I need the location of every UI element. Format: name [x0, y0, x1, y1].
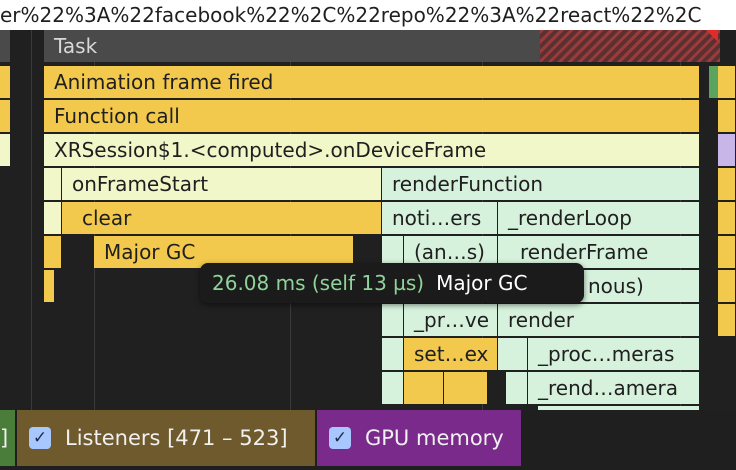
xrsession-block[interactable]: XRSession$1.<computed>.onDeviceFrame	[44, 134, 700, 166]
checkmark-icon: ✓	[332, 428, 348, 448]
listeners-toggle[interactable]: ✓ Listeners [471 – 523]	[17, 410, 315, 466]
listeners-label: Listeners [471 – 523]	[65, 426, 288, 450]
gpu-memory-label: GPU memory	[365, 426, 504, 450]
track-chip-partial[interactable]: ]	[0, 410, 15, 466]
event-block-left[interactable]	[0, 100, 11, 132]
render-function-label: renderFunction	[392, 172, 544, 196]
url-text: er%22%3A%22facebook%22%2C%22repo%22%3A%2…	[0, 3, 702, 27]
event-block-right[interactable]	[718, 270, 736, 302]
xrsession-label: XRSession$1.<computed>.onDeviceFrame	[54, 138, 487, 162]
event-block[interactable]	[44, 168, 62, 200]
render-loop-label: _renderLoop	[508, 206, 632, 230]
tooltip-duration: 26.08 ms (self 13 µs)	[212, 271, 425, 295]
event-block-right[interactable]	[718, 66, 736, 98]
flame-tooltip: 26.08 ms (self 13 µs) Major GC	[200, 263, 584, 303]
grid-line	[31, 30, 32, 410]
on-frame-start-label: onFrameStart	[72, 172, 209, 196]
gpu-memory-checkbox[interactable]: ✓	[329, 427, 351, 449]
animation-frame-label: Animation frame fired	[54, 70, 274, 94]
proc-meras-block[interactable]: _proc…meras	[528, 338, 700, 370]
event-block[interactable]	[382, 338, 404, 370]
animation-frame-block[interactable]: Animation frame fired	[44, 66, 700, 98]
track-legend: ] ✓ Listeners [471 – 523] ✓ GPU memory	[0, 410, 736, 470]
task-block-left[interactable]	[0, 30, 11, 62]
checkmark-icon: ✓	[32, 428, 48, 448]
event-block[interactable]	[506, 372, 528, 404]
proc-meras-label: _proc…meras	[538, 342, 675, 366]
render-function-block[interactable]: renderFunction	[382, 168, 700, 200]
lavender-block[interactable]	[718, 134, 736, 166]
render-loop-block[interactable]: _renderLoop	[498, 202, 700, 234]
function-call-block[interactable]: Function call	[44, 100, 700, 132]
listeners-checkbox[interactable]: ✓	[29, 427, 51, 449]
rend-amera-label: _rend…amera	[538, 376, 678, 400]
clear-block[interactable]: clear	[72, 202, 382, 234]
long-task-hatch	[540, 30, 720, 62]
an-s-label: (an…s)	[414, 240, 485, 264]
event-block[interactable]	[382, 372, 404, 404]
major-gc-label: Major GC	[104, 240, 196, 264]
event-block-right[interactable]	[718, 100, 736, 132]
event-block[interactable]	[506, 338, 528, 370]
noti-ers-label: noti…ers	[392, 206, 482, 230]
gpu-memory-toggle[interactable]: ✓ GPU memory	[317, 410, 521, 466]
pr-ve-block[interactable]: _pr…ve	[404, 304, 498, 336]
event-block-left[interactable]	[0, 134, 11, 166]
event-block[interactable]	[382, 304, 404, 336]
render-block[interactable]: render	[498, 304, 700, 336]
tooltip-event-name: Major GC	[436, 271, 528, 295]
event-block[interactable]	[44, 270, 55, 302]
event-block[interactable]	[44, 236, 62, 268]
set-ex-label: set…ex	[414, 342, 489, 366]
event-block[interactable]	[444, 372, 488, 404]
event-block-right[interactable]	[718, 168, 736, 200]
noti-ers-block[interactable]: noti…ers	[382, 202, 498, 234]
set-ex-block[interactable]: set…ex	[404, 338, 498, 370]
on-frame-start-block[interactable]: onFrameStart	[62, 168, 382, 200]
task-label: Task	[54, 34, 98, 58]
render-label: render	[508, 308, 574, 332]
event-block[interactable]	[404, 372, 444, 404]
rend-amera-block[interactable]: _rend…amera	[528, 372, 700, 404]
clear-label: clear	[82, 206, 132, 230]
pr-ve-label: _pr…ve	[414, 308, 490, 332]
event-block[interactable]	[44, 202, 62, 234]
event-block-right[interactable]	[718, 236, 736, 268]
long-task-marker-icon	[706, 30, 718, 42]
flame-chart[interactable]: Task Animation frame fired Function call…	[0, 30, 736, 410]
function-call-label: Function call	[54, 104, 180, 128]
track-chip-bracket: ]	[0, 426, 9, 450]
url-strip: er%22%3A%22facebook%22%2C%22repo%22%3A%2…	[0, 0, 736, 30]
render-frame-label: renderFrame	[520, 240, 649, 264]
event-block-right[interactable]	[718, 202, 736, 234]
event-block-right[interactable]	[718, 304, 736, 336]
event-block-left[interactable]	[0, 66, 11, 98]
